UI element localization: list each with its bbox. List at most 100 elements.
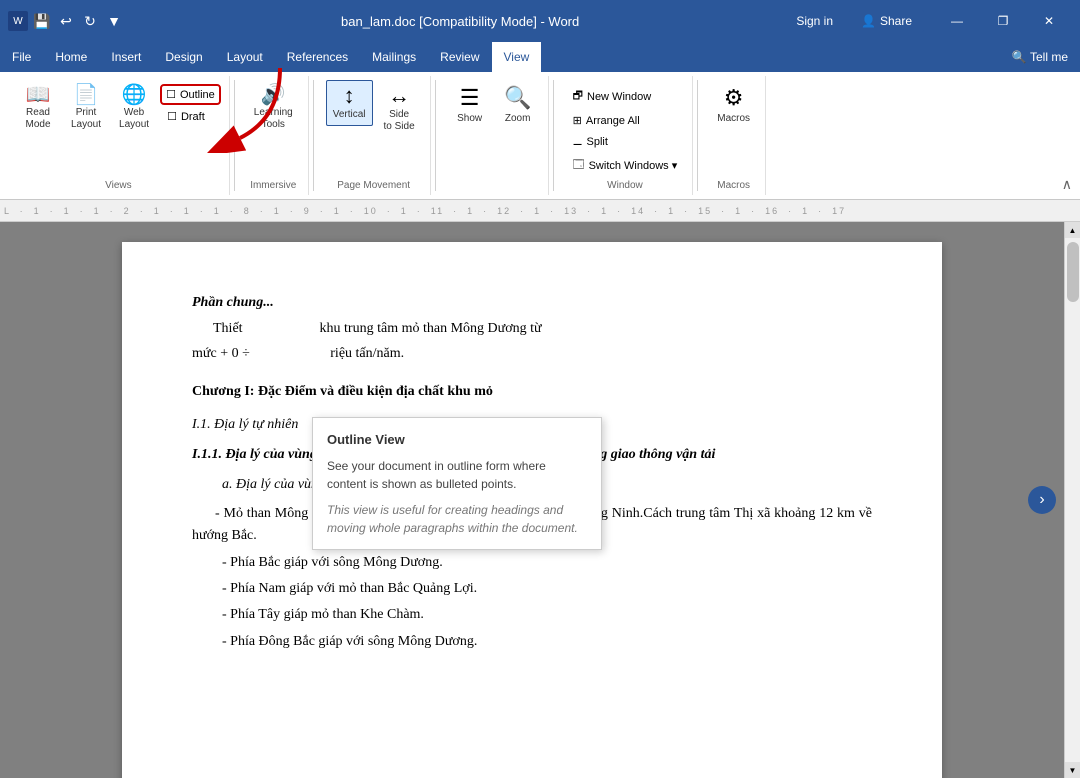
vertical-scrollbar[interactable]: ▲ ▼ <box>1064 222 1080 778</box>
split-icon: ⚊ <box>573 135 583 148</box>
redo-btn[interactable]: ↻ <box>80 11 100 31</box>
vertical-label: Vertical <box>333 109 366 121</box>
ruler: L · 1 · 1 · 1 · 2 · 1 · 1 · 1 · 8 · 1 · … <box>0 200 1080 222</box>
switch-windows-icon: 🗔 <box>573 156 585 175</box>
doc-muc: mức + 0 ÷ riệu tấn/năm. <box>192 343 872 365</box>
menu-view[interactable]: View <box>492 42 542 72</box>
sep1 <box>234 80 235 191</box>
macros-label: Macros <box>717 113 750 125</box>
sep3 <box>435 80 436 191</box>
new-window-icon: 🗗 <box>573 87 583 106</box>
views-group-label: Views <box>105 180 132 191</box>
tooltip-text1: See your document in outline form where … <box>327 457 587 493</box>
web-layout-icon: 🌐 <box>122 85 147 105</box>
minimize-btn[interactable]: — <box>934 0 980 42</box>
split-label: Split <box>587 136 608 148</box>
arrange-all-icon: ⊞ <box>573 114 582 127</box>
word-icon: W <box>8 11 28 31</box>
show-btn[interactable]: ☰ Show <box>448 80 492 130</box>
print-layout-label: PrintLayout <box>71 107 101 131</box>
doc-thiet: Thiết khu trung tâm mỏ than Mông Dương t… <box>192 318 872 340</box>
arrange-all-label: Arrange All <box>586 115 640 127</box>
read-mode-btn[interactable]: 📖 ReadMode <box>16 80 60 136</box>
quick-access-more[interactable]: ▼ <box>104 11 124 31</box>
quick-access-toolbar: W 💾 ↩ ↻ ▼ <box>8 11 124 31</box>
ribbon-group-views: 📖 ReadMode 📄 PrintLayout 🌐 WebLayout ☐ O… <box>8 76 230 195</box>
scroll-down-arrow[interactable]: ▼ <box>1065 762 1080 778</box>
new-window-btn[interactable]: 🗗 New Window <box>566 84 685 109</box>
outline-label: Outline <box>180 89 215 101</box>
doc-chuong1-heading: Chương I: Đặc Điểm và điều kiện địa chất… <box>192 381 872 403</box>
doc-phan-chung: Phần chung... <box>192 292 872 314</box>
side-to-side-label: Sideto Side <box>384 109 415 133</box>
split-btn[interactable]: ⚊ Split <box>566 132 685 151</box>
immersive-group-label: Immersive <box>250 180 296 191</box>
menu-insert[interactable]: Insert <box>99 42 153 72</box>
menu-references[interactable]: References <box>275 42 360 72</box>
ribbon-group-page-movement: ↕ Vertical ↔ Sideto Side Page Movement <box>318 76 431 195</box>
menu-review[interactable]: Review <box>428 42 491 72</box>
ribbon-group-window: 🗗 New Window ⊞ Arrange All ⚊ Split 🗔 Swi… <box>558 76 694 195</box>
doc-page: Outline View See your document in outlin… <box>122 242 942 778</box>
show-label: Show <box>457 113 482 125</box>
sep5 <box>697 80 698 191</box>
menu-file[interactable]: File <box>0 42 43 72</box>
macros-group-label: Macros <box>717 180 750 191</box>
save-quick-btn[interactable]: 💾 <box>32 11 52 31</box>
draft-btn[interactable]: ☐ Draft <box>160 107 221 126</box>
views-buttons: 📖 ReadMode 📄 PrintLayout 🌐 WebLayout ☐ O… <box>16 80 221 178</box>
close-btn[interactable]: ✕ <box>1026 0 1072 42</box>
outline-checkbox-icon: ☐ <box>166 88 176 101</box>
window-group-label: Window <box>607 180 643 191</box>
ribbon-group-show-zoom: ☰ Show 🔍 Zoom <box>440 76 549 195</box>
doc-phia-nam: - Phía Nam giáp với mỏ than Bắc Quảng Lợ… <box>192 578 872 600</box>
restore-btn[interactable]: ❐ <box>980 0 1026 42</box>
read-mode-icon: 📖 <box>26 85 51 105</box>
learning-tools-icon: 🔊 <box>261 85 286 105</box>
ribbon-collapse-btn[interactable]: ∧ <box>1062 176 1072 193</box>
outline-view-tooltip: Outline View See your document in outlin… <box>312 417 602 550</box>
draft-checkbox-icon: ☐ <box>167 110 177 123</box>
switch-windows-btn[interactable]: 🗔 Switch Windows ▾ <box>566 153 685 178</box>
tell-me-input[interactable]: 🔍 Tell me <box>1000 42 1080 72</box>
read-mode-label: ReadMode <box>25 107 50 131</box>
vertical-btn[interactable]: ↕ Vertical <box>326 80 373 126</box>
share-button[interactable]: 👤 Share <box>849 10 924 32</box>
learning-tools-label: LearningTools <box>254 107 293 131</box>
outline-btn[interactable]: ☐ Outline <box>160 84 221 105</box>
print-layout-btn[interactable]: 📄 PrintLayout <box>64 80 108 136</box>
web-layout-label: WebLayout <box>119 107 149 131</box>
side-to-side-icon: ↔ <box>388 85 410 107</box>
ruler-marks: L · 1 · 1 · 1 · 2 · 1 · 1 · 1 · 8 · 1 · … <box>4 206 846 216</box>
doc-phia-tay: - Phía Tây giáp mỏ than Khe Chàm. <box>192 604 872 626</box>
macros-btn[interactable]: ⚙ Macros <box>710 80 757 130</box>
title-bar: W 💾 ↩ ↻ ▼ ban_lam.doc [Compatibility Mod… <box>0 0 1080 42</box>
learning-tools-btn[interactable]: 🔊 LearningTools <box>247 80 300 136</box>
tooltip-title: Outline View <box>327 430 587 451</box>
arrange-all-btn[interactable]: ⊞ Arrange All <box>566 111 685 130</box>
window-title: ban_lam.doc [Compatibility Mode] - Word <box>130 14 790 29</box>
switch-windows-label: Switch Windows ▾ <box>589 159 678 172</box>
tooltip-text2: This view is useful for creating heading… <box>327 501 587 537</box>
window-controls: — ❐ ✕ <box>934 0 1072 42</box>
menu-bar: File Home Insert Design Layout Reference… <box>0 42 1080 72</box>
doc-phia-dong-bac: - Phía Đông Bắc giáp với sông Mông Dương… <box>192 631 872 653</box>
side-to-side-btn[interactable]: ↔ Sideto Side <box>377 80 422 138</box>
menu-mailings[interactable]: Mailings <box>360 42 428 72</box>
scroll-right-btn[interactable]: › <box>1028 486 1056 514</box>
zoom-btn[interactable]: 🔍 Zoom <box>496 80 540 130</box>
scroll-thumb[interactable] <box>1067 242 1079 302</box>
scroll-up-arrow[interactable]: ▲ <box>1065 222 1080 238</box>
share-icon: 👤 <box>861 14 876 28</box>
sep4 <box>553 80 554 191</box>
undo-btn[interactable]: ↩ <box>56 11 76 31</box>
menu-home[interactable]: Home <box>43 42 99 72</box>
zoom-icon: 🔍 <box>504 85 531 111</box>
web-layout-btn[interactable]: 🌐 WebLayout <box>112 80 156 136</box>
menu-layout[interactable]: Layout <box>215 42 275 72</box>
ribbon-group-immersive: 🔊 LearningTools Immersive <box>239 76 309 195</box>
print-layout-icon: 📄 <box>74 85 99 105</box>
doc-scroll[interactable]: Outline View See your document in outlin… <box>0 222 1064 778</box>
menu-design[interactable]: Design <box>153 42 214 72</box>
sign-in-btn[interactable]: Sign in <box>796 14 833 28</box>
